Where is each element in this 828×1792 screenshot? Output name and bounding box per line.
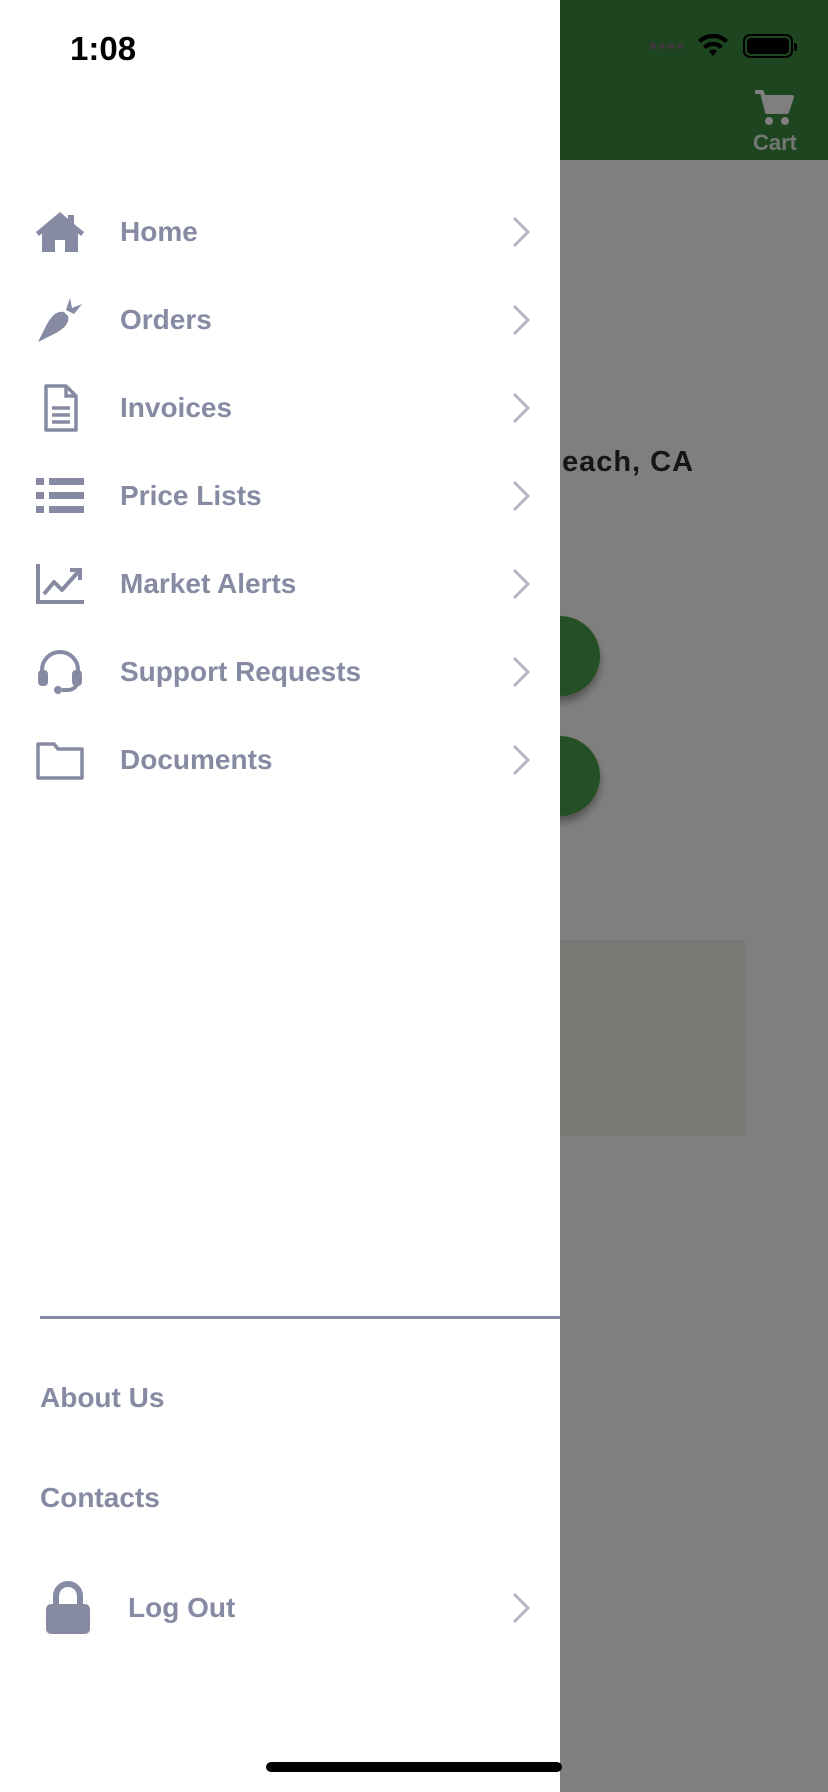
menu-item-label: Support Requests: [120, 656, 362, 687]
menu-item-price-lists[interactable]: Price Lists: [0, 452, 560, 540]
menu-item-support-requests[interactable]: Support Requests: [0, 628, 560, 716]
side-drawer: 1:08 Home Orders Invoices Price Lists Ma…: [0, 0, 560, 1792]
list-icon: [32, 468, 88, 524]
menu-item-label: Invoices: [120, 392, 233, 423]
menu-item-market-alerts[interactable]: Market Alerts: [0, 540, 560, 628]
lock-icon: [46, 1581, 90, 1634]
wifi-icon: [698, 34, 728, 56]
carrot-icon: [32, 292, 88, 348]
battery-icon: [743, 34, 797, 58]
about-us-link[interactable]: About Us: [40, 1382, 164, 1414]
menu-item-home[interactable]: Home: [0, 188, 560, 276]
folder-icon: [32, 732, 88, 788]
chevron-right-icon: [510, 478, 532, 514]
home-indicator: [266, 1762, 562, 1772]
menu-item-orders[interactable]: Orders: [0, 276, 560, 364]
chevron-right-icon: [510, 1590, 532, 1626]
cellular-signal-icon: [650, 43, 683, 49]
chevron-right-icon: [510, 214, 532, 250]
chevron-right-icon: [510, 566, 532, 602]
headset-icon: [32, 644, 88, 700]
menu-item-label: Documents: [120, 744, 273, 775]
log-out-label: Log Out: [128, 1592, 236, 1623]
menu-divider: [40, 1316, 560, 1319]
status-bar-icons: [650, 34, 797, 58]
document-icon: [32, 380, 88, 436]
menu-item-label: Orders: [120, 304, 212, 335]
status-time: 1:08: [70, 30, 137, 67]
menu-item-label: Home: [120, 216, 198, 247]
chevron-right-icon: [510, 742, 532, 778]
menu-item-documents[interactable]: Documents: [0, 716, 560, 804]
menu-item-label: Market Alerts: [120, 568, 297, 599]
menu-item-invoices[interactable]: Invoices: [0, 364, 560, 452]
home-icon: [32, 204, 88, 260]
chevron-right-icon: [510, 654, 532, 690]
chevron-right-icon: [510, 302, 532, 338]
menu-item-label: Price Lists: [120, 480, 262, 511]
log-out-button[interactable]: Log Out: [0, 1564, 560, 1652]
chart-line-icon: [32, 556, 88, 612]
chevron-right-icon: [510, 390, 532, 426]
contacts-link[interactable]: Contacts: [40, 1482, 160, 1514]
